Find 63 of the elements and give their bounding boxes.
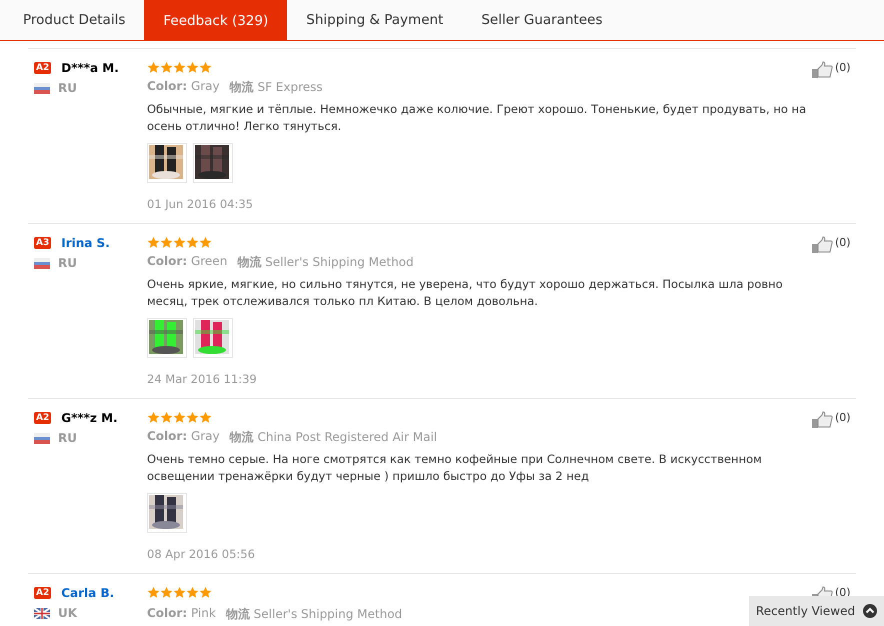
level-badge: A2 <box>34 62 52 74</box>
chevron-up-icon <box>863 604 878 618</box>
star-icon <box>186 586 199 599</box>
flag-icon <box>34 432 50 444</box>
star-icon <box>147 61 160 74</box>
tab[interactable]: Seller Guarantees <box>462 0 622 40</box>
star-icon <box>160 236 173 249</box>
star-icon <box>186 236 199 249</box>
tab[interactable]: Shipping & Payment <box>287 0 462 40</box>
star-icon <box>199 586 212 599</box>
flag-icon <box>34 608 50 618</box>
star-icon <box>160 61 173 74</box>
recently-viewed-toast[interactable]: Recently Viewed <box>749 596 884 626</box>
star-icon <box>173 586 186 599</box>
tab[interactable]: Product Details <box>4 0 144 40</box>
star-icon <box>147 586 160 599</box>
reviewer-name[interactable]: Irina S. <box>61 236 110 250</box>
star-icon <box>186 411 199 424</box>
star-icon <box>160 586 173 599</box>
star-icon <box>173 236 186 249</box>
color-info: Color: Green <box>147 254 228 270</box>
star-icon <box>147 236 160 249</box>
review-date: 08 Apr 2016 05:56 <box>147 547 256 561</box>
flag-icon <box>34 82 50 94</box>
thumbs-up-icon[interactable] <box>811 411 833 429</box>
reviewer-name[interactable]: Carla B. <box>61 586 114 600</box>
country-code: RU <box>58 81 77 95</box>
color-info: Color: Gray <box>147 79 220 95</box>
star-icon <box>147 411 160 424</box>
recently-viewed-label: Recently Viewed <box>756 604 856 618</box>
star-icon <box>173 411 186 424</box>
color-info: Color: Gray <box>147 429 220 445</box>
reviewer-name: G***z M. <box>61 411 118 425</box>
review-text: Очень яркие, мягкие, но сильно тянутся, не уверена, что будут хорошо держаться. Посылка шла ровно месяц, трек отслеживался только пл Китаю. В целом довольна. <box>147 276 784 310</box>
review-date: 24 Mar 2016 11:39 <box>147 372 258 386</box>
country-code: RU <box>58 431 77 445</box>
country-code: RU <box>58 256 77 270</box>
review-text: Очень темно серые. На ноге смотрятся как темно кофейные при Солнечном свете. В искусственном освещении тренажёрки будут черные ) пришло быстро до Уфы за 2 нед <box>147 451 763 485</box>
star-icon <box>173 61 186 74</box>
thumbs-up-icon[interactable] <box>811 236 833 254</box>
flag-icon <box>34 258 50 268</box>
level-badge: A2 <box>34 587 52 599</box>
level-badge: A2 <box>34 412 52 424</box>
review-text: Обычные, мягкие и тёплые. Немножечко даже колючие. Греют хорошо. Тоненькие, будет продувать, но на осень отлично! Легко тянуться. <box>147 101 808 135</box>
shipping-info: 物流 SF Express <box>230 79 323 96</box>
shipping-info: 物流 Seller's Shipping Method <box>226 606 402 623</box>
tab[interactable]: Feedback (329) <box>144 0 288 41</box>
reviewer-name: D***a M. <box>61 61 119 75</box>
shipping-info: 物流 China Post Registered Air Mail <box>230 429 438 446</box>
like-count: (0) <box>835 236 851 249</box>
level-badge: A3 <box>34 237 52 249</box>
like-count: (0) <box>835 411 851 424</box>
color-info: Color: Pink <box>147 606 216 622</box>
country-code: UK <box>58 606 78 620</box>
review-date: 01 Jun 2016 04:35 <box>147 197 254 211</box>
star-icon <box>199 61 212 74</box>
thumbs-up-icon[interactable] <box>811 61 833 79</box>
star-icon <box>160 411 173 424</box>
star-icon <box>186 61 199 74</box>
like-count: (0) <box>835 61 851 74</box>
star-icon <box>199 236 212 249</box>
star-icon <box>199 411 212 424</box>
shipping-info: 物流 Seller's Shipping Method <box>237 254 414 271</box>
